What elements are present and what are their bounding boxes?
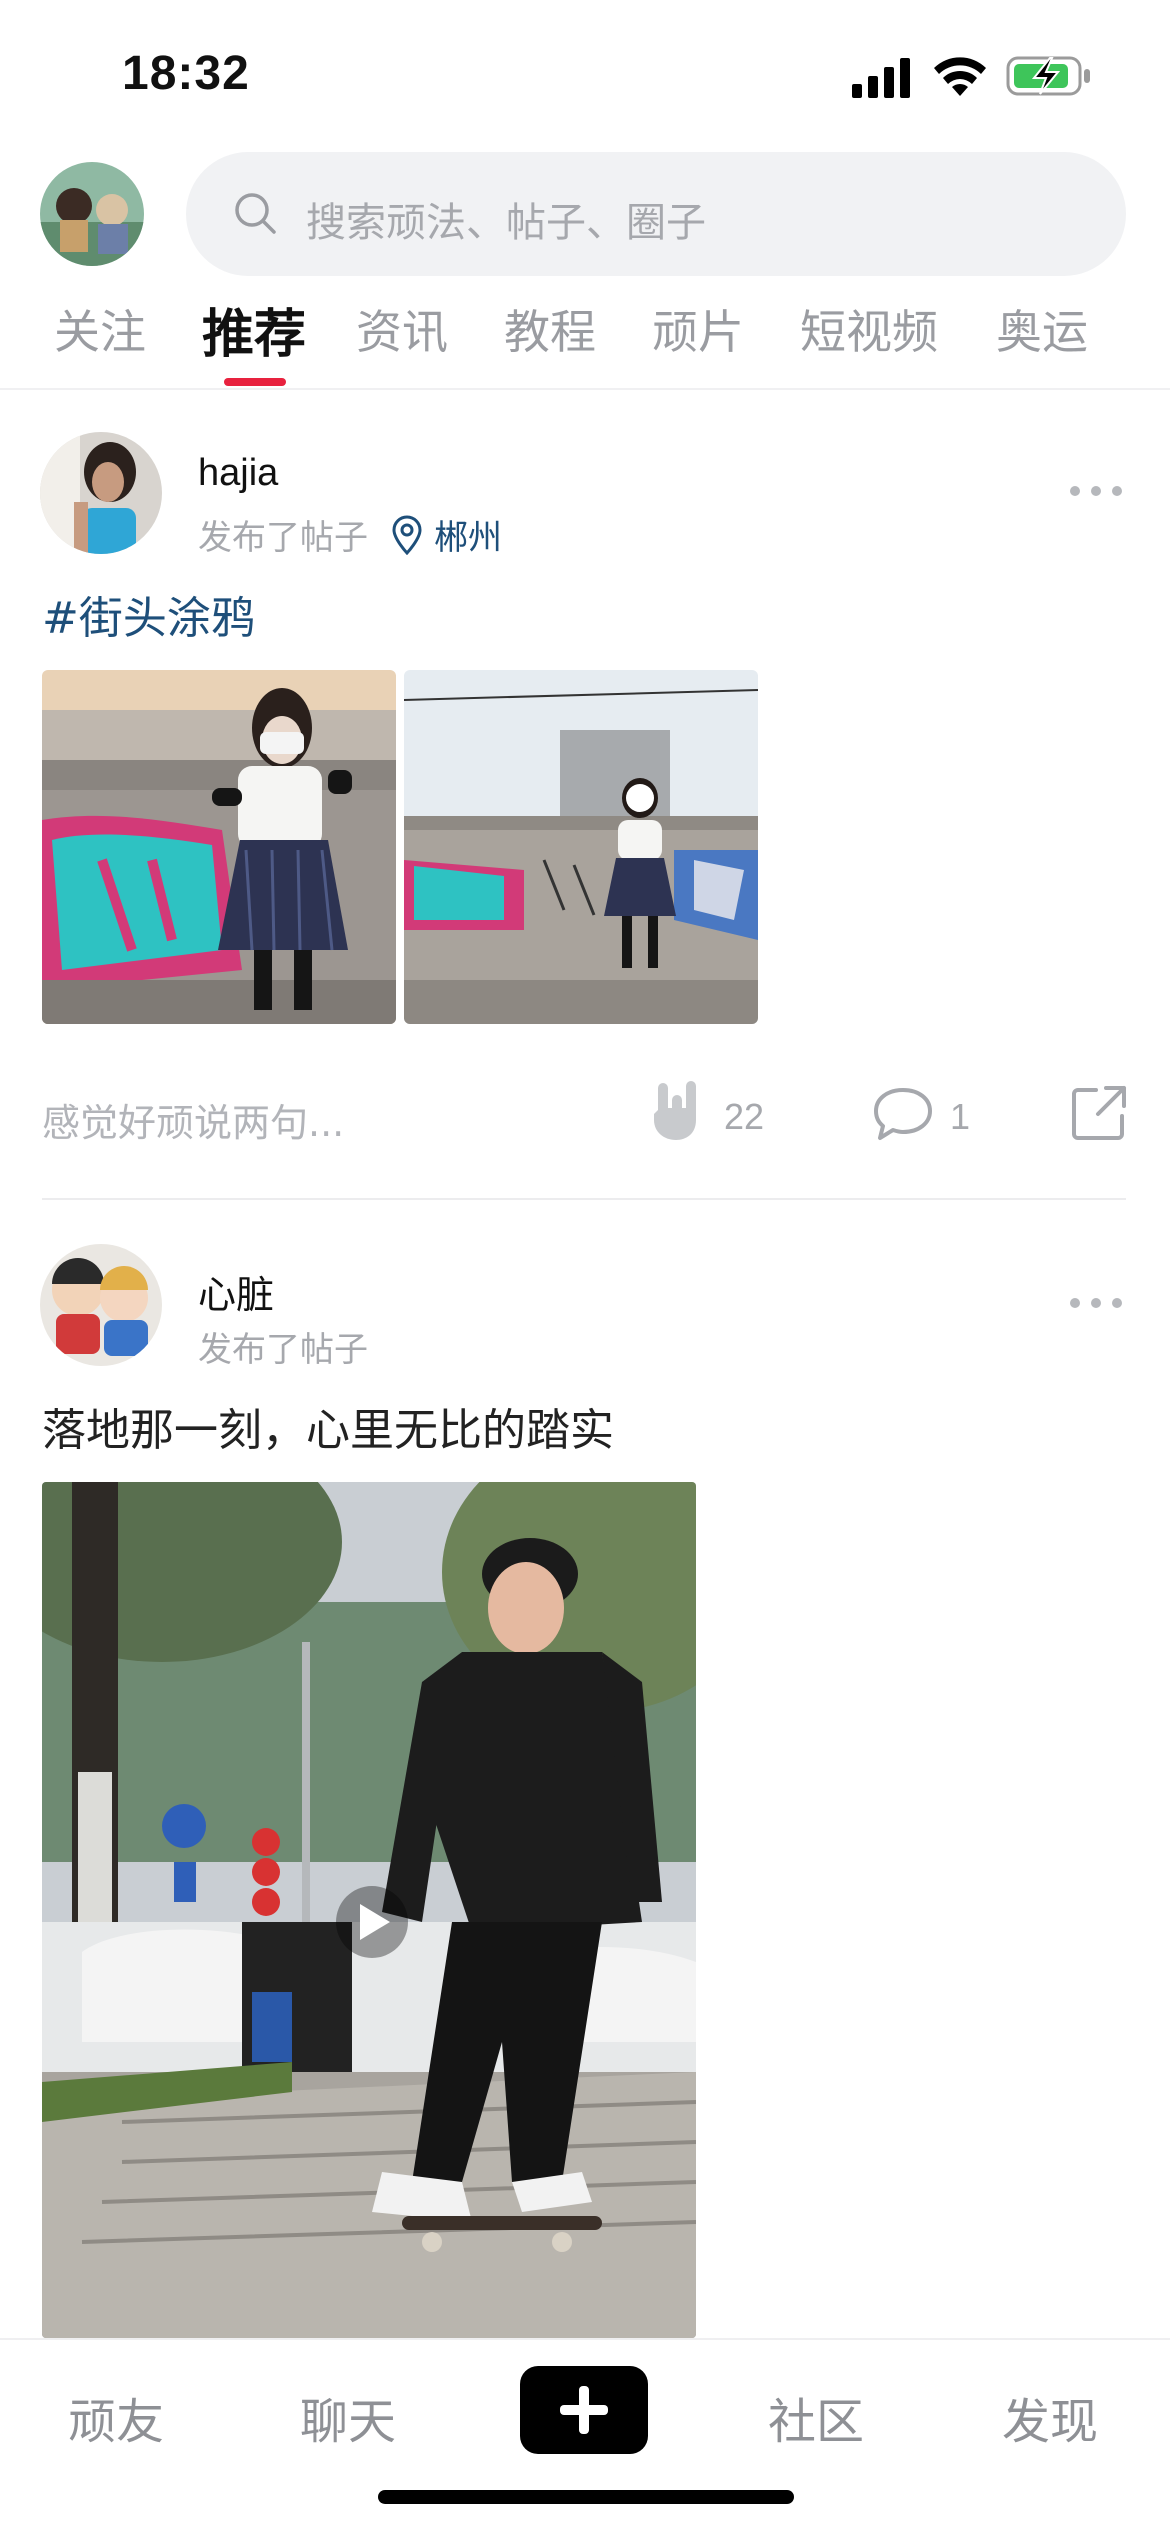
search-placeholder: 搜索顽法、帖子、圈子 (306, 200, 706, 246)
tab-follow[interactable]: 关注 (54, 296, 146, 362)
battery-charging-icon (1006, 56, 1090, 96)
like-count: 22 (724, 1096, 765, 1137)
post-action: 发布了帖子 (198, 518, 368, 558)
category-tabs: 关注 推荐 资讯 教程 顽片 短视频 奥运 (0, 296, 1170, 388)
comment-icon[interactable] (872, 1086, 934, 1142)
post-card[interactable]: hajia 发布了帖子 郴州 #街头涂鸦 感觉好顽说两句... 22 1 (0, 420, 1170, 1200)
cellular-signal-icon (852, 58, 910, 98)
tab-olympics[interactable]: 奥运 (996, 296, 1088, 362)
status-time: 18:32 (122, 47, 250, 100)
rock-hand-like-icon[interactable] (648, 1080, 706, 1142)
comment-count: 1 (950, 1096, 971, 1137)
post-photo[interactable] (42, 670, 396, 1024)
user-avatar[interactable] (40, 162, 144, 266)
share-icon[interactable] (1070, 1084, 1128, 1142)
post-text: 落地那一刻，心里无比的踏实 (42, 1405, 614, 1456)
search-bar[interactable]: 搜索顽法、帖子、圈子 (186, 152, 1126, 276)
active-tab-indicator (224, 378, 286, 386)
post-actions: 感觉好顽说两句... 22 1 (0, 1080, 1170, 1150)
tabs-divider (0, 388, 1170, 390)
search-icon (235, 193, 276, 234)
post-action: 发布了帖子 (198, 1330, 368, 1370)
create-post-button[interactable] (520, 2366, 648, 2454)
nav-friends[interactable]: 顽友 (26, 2382, 206, 2452)
author-avatar[interactable] (40, 1244, 162, 1366)
nav-community[interactable]: 社区 (726, 2382, 906, 2452)
nav-discover[interactable]: 发现 (960, 2382, 1140, 2452)
tab-recommended[interactable]: 推荐 (202, 292, 306, 367)
post-card[interactable]: 心脏 发布了帖子 落地那一刻，心里无比的踏实 (0, 1232, 1170, 2338)
plus-icon (560, 2386, 608, 2434)
home-indicator (378, 2490, 794, 2504)
author-name[interactable]: 心脏 (198, 1264, 274, 1319)
bottom-nav: 顽友 聊天 社区 发现 (0, 2338, 1170, 2534)
tab-photos[interactable]: 顽片 (652, 296, 744, 362)
more-options-icon[interactable] (1068, 1296, 1124, 1310)
post-meta: 发布了帖子 郴州 (198, 510, 502, 559)
tab-short-videos[interactable]: 短视频 (800, 296, 938, 362)
more-options-icon[interactable] (1068, 484, 1124, 498)
tab-tutorials[interactable]: 教程 (504, 296, 596, 362)
nav-chat[interactable]: 聊天 (258, 2382, 438, 2452)
location-pin-icon (392, 515, 422, 555)
post-location[interactable]: 郴州 (434, 510, 502, 559)
status-bar: 18:32 (0, 0, 1170, 150)
comment-prompt[interactable]: 感觉好顽说两句... (42, 1092, 344, 1147)
post-video[interactable] (42, 1482, 696, 2338)
tab-news[interactable]: 资讯 (356, 296, 448, 362)
author-name[interactable]: hajia (198, 452, 278, 495)
post-hashtag[interactable]: #街头涂鸦 (42, 582, 255, 646)
post-divider (42, 1198, 1126, 1200)
post-photo[interactable] (404, 670, 758, 1024)
post-meta: 发布了帖子 (198, 1322, 368, 1371)
author-avatar[interactable] (40, 432, 162, 554)
wifi-icon (934, 57, 986, 96)
